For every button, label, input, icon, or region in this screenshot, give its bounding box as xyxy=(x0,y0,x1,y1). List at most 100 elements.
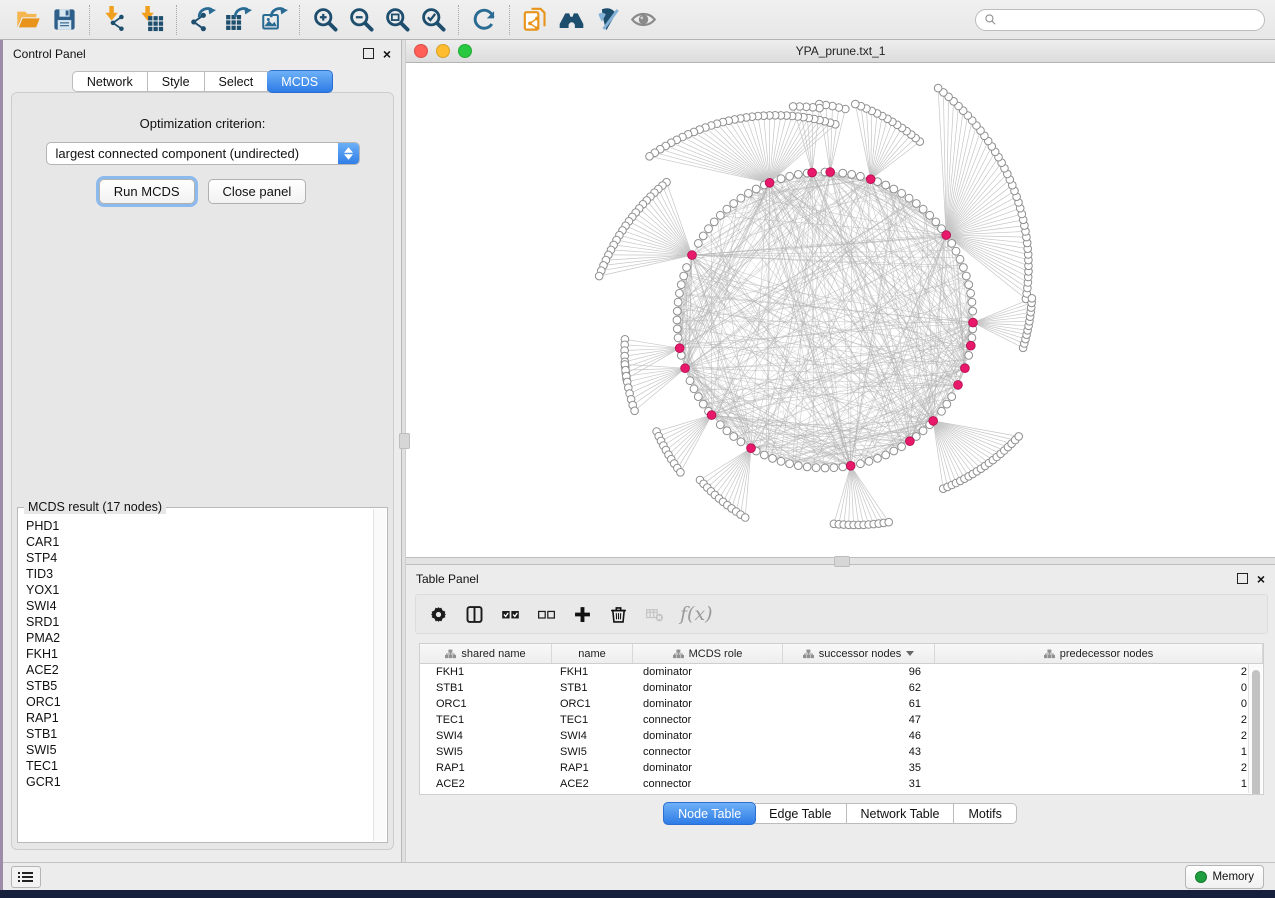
zoom-out-button[interactable] xyxy=(343,4,379,36)
mcds-result-item[interactable]: SWI5 xyxy=(22,742,373,758)
mcds-result-item[interactable]: ORC1 xyxy=(22,694,373,710)
column-header-successor-nodes[interactable]: successor nodes xyxy=(783,644,935,663)
mcds-result-list[interactable]: PHD1CAR1STP4TID3YOX1SWI4SRD1PMA2FKH1ACE2… xyxy=(22,518,373,838)
search-box[interactable] xyxy=(975,9,1265,31)
columns-button[interactable] xyxy=(464,604,485,625)
save-button[interactable] xyxy=(46,4,82,36)
mcds-result-item[interactable]: PMA2 xyxy=(22,630,373,646)
table-row[interactable]: TEC1TEC1connector472 xyxy=(420,712,1263,728)
tab-mcds[interactable]: MCDS xyxy=(267,70,333,93)
table-row[interactable]: YOX1YOX1connector291 xyxy=(420,792,1263,795)
gear-button[interactable] xyxy=(428,604,449,625)
column-header-MCDS-role[interactable]: MCDS role xyxy=(633,644,783,663)
vertical-splitter[interactable] xyxy=(401,40,406,862)
table-cell: 31 xyxy=(783,776,935,792)
table-row[interactable]: ACE2ACE2connector311 xyxy=(420,776,1263,792)
float-panel-icon[interactable] xyxy=(1237,573,1248,584)
eye-button[interactable] xyxy=(625,4,661,36)
mcds-list-scrollbar[interactable] xyxy=(373,509,386,841)
float-panel-icon[interactable] xyxy=(363,48,374,59)
export-network-button[interactable] xyxy=(184,4,220,36)
zoom-selected-button[interactable] xyxy=(415,4,451,36)
list-icon xyxy=(18,871,34,883)
add-button[interactable] xyxy=(572,604,593,625)
export-image-button[interactable] xyxy=(256,4,292,36)
table-row[interactable]: STB1STB1dominator620 xyxy=(420,680,1263,696)
table-scrollbar[interactable] xyxy=(1248,664,1262,793)
tab-motifs[interactable]: Motifs xyxy=(954,803,1016,824)
mcds-result-item[interactable]: TID3 xyxy=(22,566,373,582)
open-folder-button[interactable] xyxy=(10,4,46,36)
table-row[interactable]: SWI4SWI4dominator462 xyxy=(420,728,1263,744)
network-graph[interactable] xyxy=(406,63,1275,557)
tab-select[interactable]: Select xyxy=(205,71,269,92)
toolbar-separator xyxy=(509,5,510,35)
table-cell: 1 xyxy=(935,744,1263,760)
refresh-button[interactable] xyxy=(466,4,502,36)
table-cell: 43 xyxy=(783,744,935,760)
close-panel-button[interactable]: Close panel xyxy=(208,179,307,204)
table-cell: 0 xyxy=(935,680,1263,696)
mcds-result-item[interactable]: STP4 xyxy=(22,550,373,566)
table-cell: dominator xyxy=(633,728,783,744)
mcds-result-item[interactable]: CAR1 xyxy=(22,534,373,550)
trash-button[interactable] xyxy=(608,604,629,625)
table-row[interactable]: SWI5SWI5connector431 xyxy=(420,744,1263,760)
search-input[interactable] xyxy=(1002,12,1256,28)
import-network-button[interactable] xyxy=(97,4,133,36)
table-cell: SWI4 xyxy=(552,728,633,744)
table-row[interactable]: RAP1RAP1dominator352 xyxy=(420,760,1263,776)
table-tabs: Node TableEdge TableNetwork TableMotifs xyxy=(406,803,1275,824)
splitter-grip[interactable] xyxy=(834,556,850,567)
network-file-button[interactable] xyxy=(517,4,553,36)
column-header-predecessor-nodes[interactable]: predecessor nodes xyxy=(935,644,1263,663)
close-panel-icon[interactable]: × xyxy=(1257,574,1265,584)
zoom-fit-button[interactable] xyxy=(379,4,415,36)
deselect-all-button[interactable] xyxy=(536,604,557,625)
zoom-in-button[interactable] xyxy=(307,4,343,36)
column-header-name[interactable]: name xyxy=(552,644,633,663)
tab-edge-table[interactable]: Edge Table xyxy=(755,803,846,824)
table-panel-title: Table Panel xyxy=(416,572,479,586)
select-all-button[interactable] xyxy=(500,604,521,625)
tab-network[interactable]: Network xyxy=(72,71,148,92)
criterion-dropdown[interactable]: largest connected component (undirected) xyxy=(46,142,360,165)
horizontal-splitter[interactable] xyxy=(406,557,1275,565)
scrollbar-thumb[interactable] xyxy=(1252,670,1260,795)
task-history-button[interactable] xyxy=(11,866,41,888)
mcds-result-item[interactable]: STB1 xyxy=(22,726,373,742)
gear-icon xyxy=(428,604,449,625)
columns-icon xyxy=(464,604,485,625)
hide-details-button[interactable] xyxy=(589,4,625,36)
network-window-title: YPA_prune.txt_1 xyxy=(406,44,1275,58)
mcds-result-item[interactable]: FKH1 xyxy=(22,646,373,662)
binoculars-button[interactable] xyxy=(553,4,589,36)
mcds-result-item[interactable]: TEC1 xyxy=(22,758,373,774)
mcds-result-item[interactable]: PHD1 xyxy=(22,518,373,534)
column-header-shared-name[interactable]: shared name xyxy=(420,644,552,663)
tab-network-table[interactable]: Network Table xyxy=(847,803,955,824)
zoom-out-icon xyxy=(348,6,375,33)
splitter-grip[interactable] xyxy=(399,433,410,449)
table-row[interactable]: FKH1FKH1dominator962 xyxy=(420,664,1263,680)
network-canvas[interactable] xyxy=(406,63,1275,557)
mcds-result-item[interactable]: STB5 xyxy=(22,678,373,694)
mcds-result-item[interactable]: RAP1 xyxy=(22,710,373,726)
mcds-result-item[interactable]: SRD1 xyxy=(22,614,373,630)
mcds-result-item[interactable]: ACE2 xyxy=(22,662,373,678)
close-panel-icon[interactable]: × xyxy=(383,49,391,59)
table-cell: connector xyxy=(633,792,783,795)
import-table-button[interactable] xyxy=(133,4,169,36)
run-mcds-button[interactable]: Run MCDS xyxy=(99,179,195,204)
table-cell: SWI5 xyxy=(420,744,552,760)
table-cell: connector xyxy=(633,712,783,728)
mcds-result-item[interactable]: GCR1 xyxy=(22,774,373,790)
tab-style[interactable]: Style xyxy=(148,71,205,92)
memory-button[interactable]: Memory xyxy=(1185,865,1264,889)
table-row[interactable]: ORC1ORC1dominator610 xyxy=(420,696,1263,712)
mcds-result-item[interactable]: SWI4 xyxy=(22,598,373,614)
mcds-result-item[interactable]: YOX1 xyxy=(22,582,373,598)
eye-icon xyxy=(630,6,657,33)
export-table-button[interactable] xyxy=(220,4,256,36)
tab-node-table[interactable]: Node Table xyxy=(663,802,756,825)
